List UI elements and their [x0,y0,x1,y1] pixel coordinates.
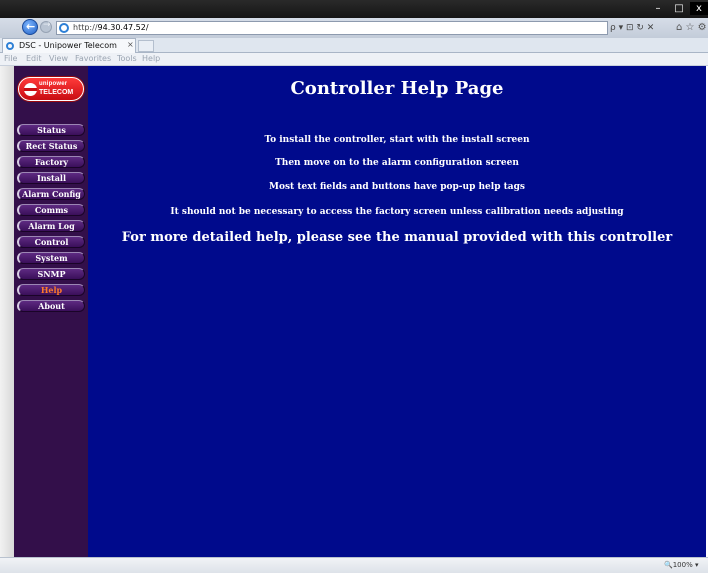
nav-rect-status-button[interactable]: Rect Status [17,140,85,152]
help-line-manual: For more detailed help, please see the m… [121,230,673,245]
back-arrow-icon: ← [26,20,36,33]
nav-snmp-button[interactable]: SNMP [17,268,85,280]
tab-close-icon[interactable]: × [127,40,134,49]
logo-line-2: TELECOM [39,89,74,96]
nav-about-button[interactable]: About [17,300,85,312]
window-titlebar: – □ x [0,0,708,18]
unipower-logo[interactable]: unipower TELECOM [18,77,84,101]
forward-button[interactable]: → [40,20,52,33]
address-url[interactable]: http://94.30.47.52/ [73,23,149,32]
help-line-install: To install the controller, start with th… [264,135,530,145]
nav-status-button[interactable]: Status [17,124,85,136]
help-line-factory: It should not be necessary to access the… [170,207,624,217]
tab-active[interactable]: DSC - Unipower Telecom × [2,38,136,53]
url-host: 94.30.47.52/ [97,23,149,32]
new-tab-button[interactable] [138,40,154,52]
tab-row: DSC - Unipower Telecom × [0,38,708,53]
menu-favorites[interactable]: Favorites [75,54,111,63]
home-favorites-settings-icons[interactable]: ⌂ ☆ ⚙ [676,22,707,33]
menu-file[interactable]: File [4,54,17,63]
url-prefix: http:// [73,23,98,32]
nav-help-button[interactable]: Help [17,284,85,296]
logo-line-1: unipower [39,81,68,87]
address-bar[interactable]: http://94.30.47.52/ [56,21,608,35]
close-window-button[interactable]: x [690,2,708,15]
nav-factory-button[interactable]: Factory [17,156,85,168]
menu-help[interactable]: Help [142,54,160,63]
maximize-button[interactable]: □ [669,2,689,15]
page-title: Controller Help Page [290,78,504,99]
minimize-button[interactable]: – [648,2,668,15]
nav-control-button[interactable]: Control [17,236,85,248]
help-line-tags: Most text fields and buttons have pop-up… [269,182,525,192]
menu-view[interactable]: View [49,54,68,63]
menu-bar: File Edit View Favorites Tools Help [0,53,708,66]
nav-alarm-config-button[interactable]: Alarm Config [17,188,85,200]
nav-install-button[interactable]: Install [17,172,85,184]
ie-page-icon [59,23,69,33]
nav-alarm-log-button[interactable]: Alarm Log [17,220,85,232]
nav-comms-button[interactable]: Comms [17,204,85,216]
page-left-edge [0,66,14,557]
nav-system-button[interactable]: System [17,252,85,264]
status-bar: 🔍100% ▾ [0,557,708,573]
back-button[interactable]: ← [22,19,38,35]
forward-arrow-icon: → [43,20,51,30]
tab-title: DSC - Unipower Telecom [19,41,117,50]
zoom-control[interactable]: 🔍100% ▾ [664,561,698,569]
menu-edit[interactable]: Edit [26,54,42,63]
help-line-alarm: Then move on to the alarm configuration … [275,158,519,168]
address-tools[interactable]: ρ ▾ ⊡ ↻ ✕ [610,23,654,33]
ie-tab-icon [6,42,14,50]
menu-tools[interactable]: Tools [117,54,137,63]
logo-emblem-icon [24,83,37,96]
